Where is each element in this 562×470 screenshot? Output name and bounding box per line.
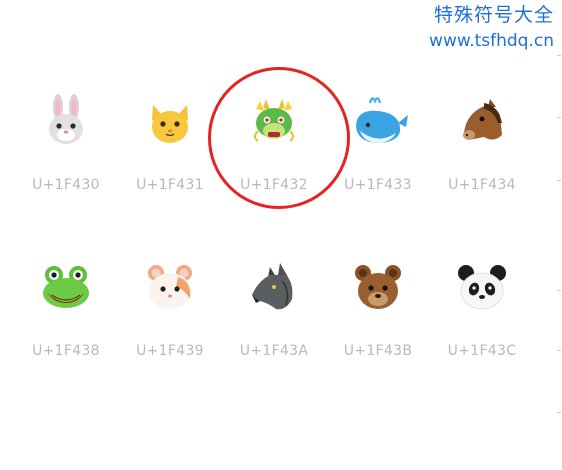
emoji-cell-rabbit[interactable]: U+1F430 [14,93,118,213]
emoji-cell-panda[interactable]: U+1F43C [430,259,534,379]
bear-face-icon [355,265,401,309]
emoji-code: U+1F431 [136,177,204,193]
emoji-code: U+1F43B [343,343,413,359]
highlight-circle [208,67,350,209]
hamster-face-icon [148,265,192,309]
horse-face-icon [463,99,502,140]
spouting-whale-icon [356,97,408,143]
emoji-code: U+1F430 [32,177,100,193]
scroll-edge-ticks [557,0,562,470]
frog-face-icon [43,266,89,308]
watermark-url: www.tsfhdq.cn [429,31,554,51]
emoji-cell-cat[interactable]: U+1F431 [118,93,222,213]
emoji-cell-frog[interactable]: U+1F438 [14,259,118,379]
emoji-code: U+1F439 [136,343,204,359]
emoji-cell-bear[interactable]: U+1F43B [326,259,430,379]
emoji-code: U+1F438 [32,343,100,359]
emoji-code: U+1F43A [239,343,309,359]
emoji-cell-wolf[interactable]: U+1F43A [222,259,326,379]
emoji-code: U+1F43C [447,343,517,359]
emoji-code: U+1F434 [448,177,516,193]
emoji-code: U+1F433 [344,177,412,193]
emoji-cell-hamster[interactable]: U+1F439 [118,259,222,379]
wolf-face-icon [252,263,293,310]
site-watermark: 特殊符号大全 www.tsfhdq.cn [429,2,554,54]
cat-face-icon [152,105,188,143]
panda-face-icon [458,265,506,310]
emoji-cell-horse[interactable]: U+1F434 [430,93,534,213]
watermark-site-name: 特殊符号大全 [433,4,554,26]
rabbit-face-icon [49,94,83,144]
